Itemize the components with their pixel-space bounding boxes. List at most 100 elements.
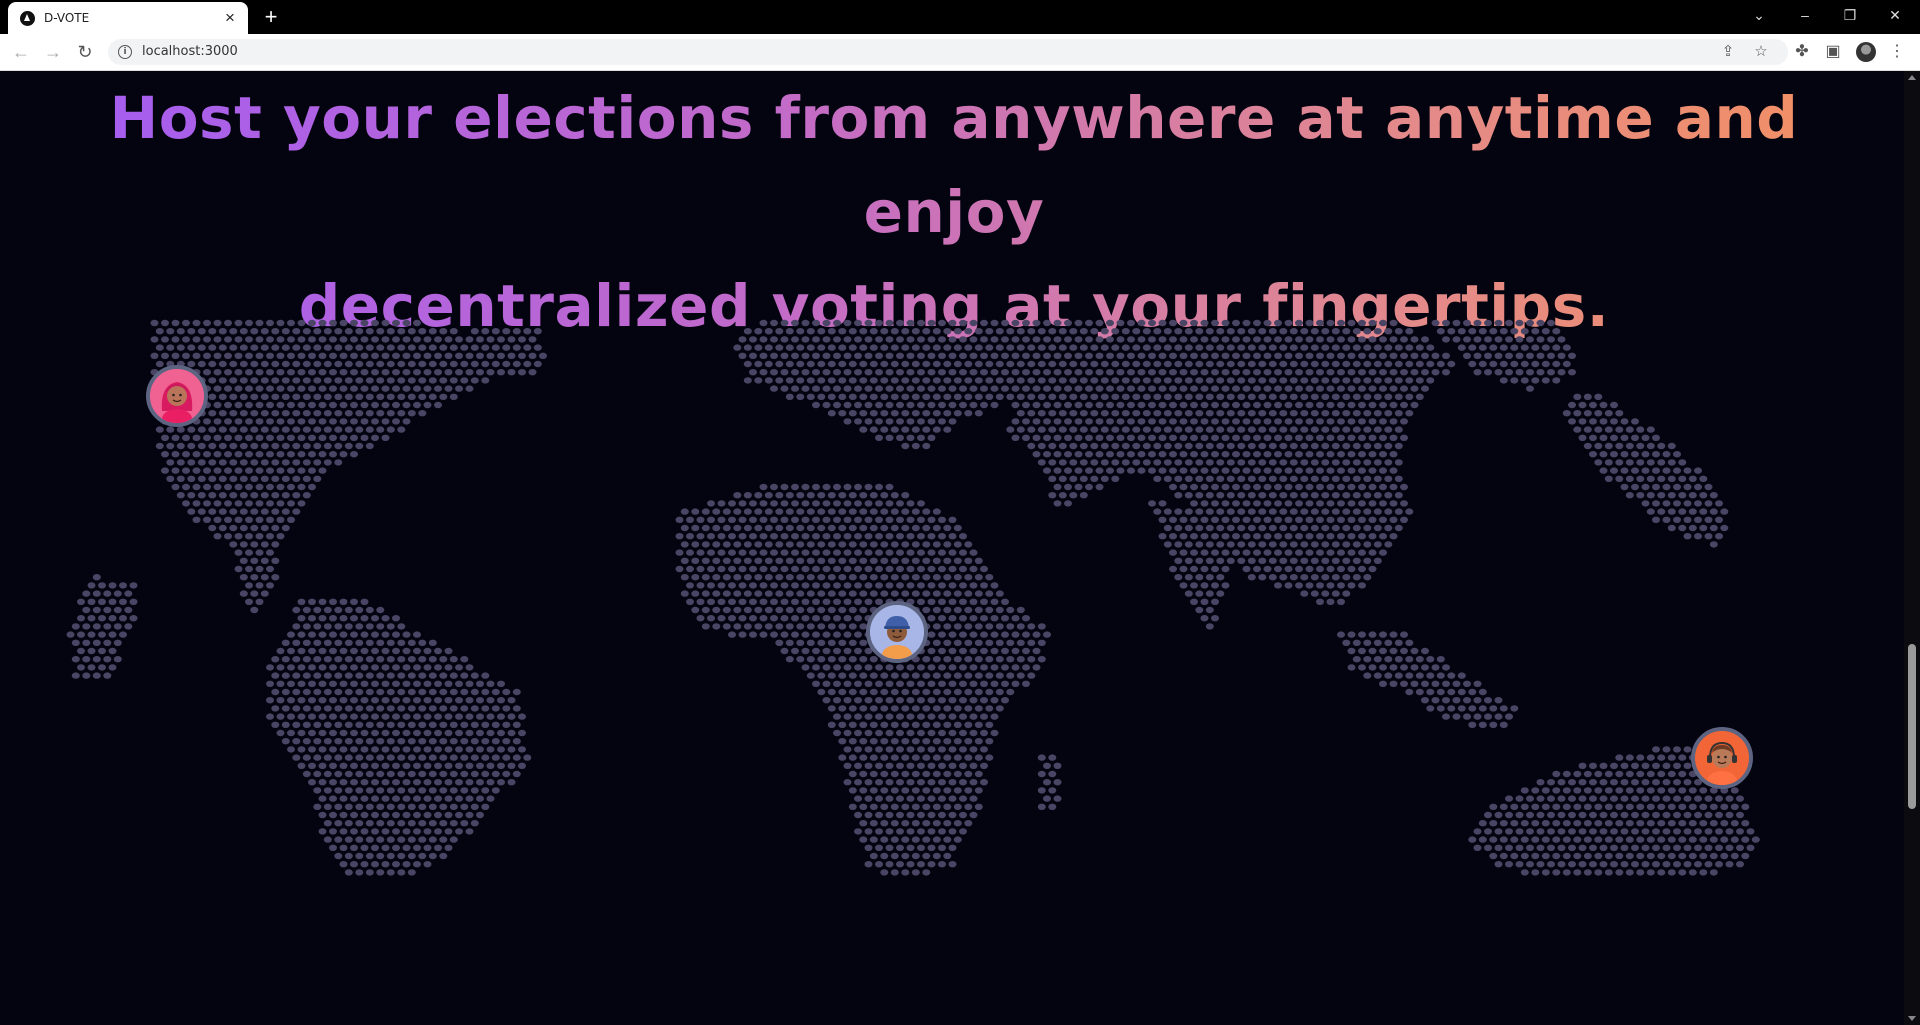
map-dot <box>843 319 852 327</box>
map-dot <box>980 729 988 737</box>
map-dot <box>1011 336 1020 343</box>
map-dot <box>817 672 826 679</box>
map-dot <box>1610 451 1618 458</box>
map-dot <box>423 664 432 671</box>
map-dot <box>1258 344 1267 351</box>
extensions-puzzle-icon[interactable]: ✤ <box>1791 41 1813 63</box>
map-dot <box>1247 574 1256 581</box>
map-dot <box>817 541 826 548</box>
new-tab-button[interactable]: + <box>259 5 283 29</box>
map-dot <box>460 672 469 679</box>
map-dot <box>985 721 994 728</box>
map-dot <box>864 418 873 425</box>
map-dot <box>822 401 831 409</box>
map-dot <box>129 582 138 589</box>
map-dot <box>218 508 227 515</box>
map-dot <box>964 738 973 745</box>
map-dot <box>208 459 217 466</box>
map-dot <box>1331 344 1340 351</box>
tab-strip: D-VOTE × + ⌄ – ❐ ✕ <box>0 0 1920 34</box>
map-dot <box>1326 418 1335 425</box>
map-dot <box>355 344 364 351</box>
scrollbar-thumb[interactable] <box>1908 644 1916 809</box>
map-dot <box>833 582 841 589</box>
profile-avatar-icon[interactable] <box>1856 42 1876 62</box>
map-dot <box>371 401 379 409</box>
map-dot <box>1043 779 1051 786</box>
map-dot <box>1321 393 1330 400</box>
vertical-scrollbar[interactable] <box>1904 71 1920 1025</box>
map-dot <box>1636 869 1645 876</box>
map-dot <box>371 319 379 327</box>
map-dot <box>959 401 967 409</box>
side-panel-icon[interactable]: ▣ <box>1822 41 1844 63</box>
share-icon[interactable]: ⇪ <box>1718 42 1738 62</box>
bookmark-star-icon[interactable]: ☆ <box>1751 42 1771 62</box>
map-dot <box>150 319 159 327</box>
map-dot <box>1457 328 1466 335</box>
map-dot <box>901 721 910 728</box>
scroll-up-arrow-icon[interactable] <box>1908 75 1916 80</box>
map-dot <box>376 377 385 384</box>
back-arrow-icon[interactable]: ← <box>10 41 32 63</box>
map-dot <box>1688 524 1697 532</box>
map-dot <box>854 828 862 835</box>
close-tab-icon[interactable]: × <box>220 8 240 28</box>
browser-tab[interactable]: D-VOTE × <box>8 2 248 34</box>
map-dot <box>875 516 883 523</box>
map-dot <box>1510 820 1519 827</box>
map-dot <box>875 828 883 835</box>
map-dot <box>161 434 169 441</box>
map-dot <box>339 779 348 786</box>
map-dot <box>1373 492 1382 499</box>
map-dot <box>1258 442 1267 450</box>
map-dot <box>1499 328 1508 335</box>
close-window-icon[interactable]: ✕ <box>1873 0 1917 30</box>
map-dot <box>890 852 899 860</box>
forward-arrow-icon[interactable]: → <box>42 41 64 63</box>
map-dot <box>1216 557 1225 564</box>
restore-icon[interactable]: ❐ <box>1828 0 1872 30</box>
scroll-down-arrow-icon[interactable] <box>1908 1016 1916 1021</box>
map-dot <box>449 770 458 778</box>
map-dot <box>266 533 274 540</box>
map-dot <box>1510 803 1519 810</box>
map-dot <box>1111 426 1120 433</box>
map-dot <box>1268 344 1277 351</box>
reload-icon[interactable]: ↻ <box>74 41 96 63</box>
map-dot <box>260 459 269 466</box>
map-dot <box>224 451 232 458</box>
kebab-menu-icon[interactable]: ⋮ <box>1886 41 1908 63</box>
voter-avatar-orange-headphones <box>1691 727 1753 789</box>
map-dot <box>1526 336 1534 343</box>
map-dot <box>1022 352 1030 359</box>
map-dot <box>1394 524 1403 532</box>
map-dot <box>1400 500 1408 507</box>
map-dot <box>896 385 904 392</box>
info-icon[interactable]: i <box>118 45 132 59</box>
map-dot <box>449 377 458 384</box>
map-dot <box>1326 598 1335 605</box>
map-dot <box>239 475 248 482</box>
map-dot <box>848 328 857 335</box>
map-dot <box>1284 401 1293 409</box>
map-dot <box>281 328 290 335</box>
minimize-icon[interactable]: – <box>1783 0 1827 30</box>
map-dot <box>901 344 910 351</box>
map-dot <box>1053 483 1062 491</box>
map-dot <box>402 762 411 769</box>
map-dot <box>292 377 301 384</box>
map-dot <box>1368 401 1377 409</box>
map-dot <box>197 475 206 482</box>
map-dot <box>1604 820 1613 827</box>
map-dot <box>780 631 789 638</box>
map-dot <box>1599 861 1608 868</box>
map-dot <box>218 328 227 335</box>
chevron-down-icon[interactable]: ⌄ <box>1737 0 1781 30</box>
map-dot <box>1148 336 1156 343</box>
url-text[interactable]: localhost:3000 <box>142 44 238 59</box>
address-bar[interactable]: i localhost:3000 ⇪ ☆ <box>108 39 1788 65</box>
map-dot <box>1279 524 1288 532</box>
map-dot <box>801 516 810 523</box>
map-dot <box>276 729 285 737</box>
